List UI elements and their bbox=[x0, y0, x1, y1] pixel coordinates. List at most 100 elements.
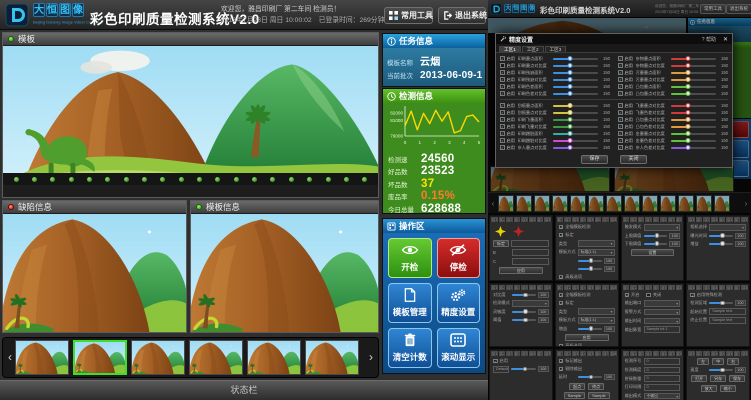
card-button[interactable]: 左 bbox=[697, 358, 709, 365]
card-button[interactable]: 另存 bbox=[710, 375, 726, 382]
card-tab[interactable]: 区4 bbox=[580, 285, 587, 290]
card-tab[interactable]: 区8 bbox=[676, 285, 683, 290]
card-tab[interactable]: 区3 bbox=[506, 217, 513, 222]
card-button[interactable]: Sample bbox=[564, 392, 586, 399]
filmstrip-right-arrow[interactable]: › bbox=[366, 337, 376, 378]
card-tab[interactable]: 区2 bbox=[696, 217, 703, 222]
dialog-tab[interactable]: 工区2 bbox=[522, 46, 544, 52]
slider[interactable] bbox=[671, 79, 717, 81]
card-tab[interactable]: 区3 bbox=[638, 217, 645, 222]
slider[interactable] bbox=[511, 368, 536, 370]
card-tab[interactable]: 区3 bbox=[703, 351, 710, 356]
card-tab[interactable]: 区5 bbox=[719, 217, 726, 222]
exit-system-button[interactable]: 退出系统 bbox=[438, 7, 486, 24]
slider[interactable] bbox=[578, 376, 602, 378]
dialog-tab[interactable]: 工区3 bbox=[545, 46, 567, 52]
enable-checkbox[interactable]: ✓ bbox=[618, 124, 623, 129]
enable-checkbox[interactable]: ✓ bbox=[500, 138, 505, 143]
dropdown[interactable]: ▾ bbox=[578, 308, 615, 315]
card-tab[interactable]: 区8 bbox=[676, 351, 683, 356]
card-tab[interactable]: 区2 bbox=[564, 285, 571, 290]
card-tab[interactable]: 区1 bbox=[557, 351, 564, 356]
card-button[interactable]: 保存 bbox=[729, 375, 745, 382]
slider[interactable] bbox=[553, 147, 599, 149]
filmstrip-left-arrow[interactable]: ‹ bbox=[490, 199, 496, 208]
dropdown[interactable]: ▾ bbox=[578, 240, 615, 247]
filmstrip-thumbnail[interactable] bbox=[624, 195, 640, 212]
enable-checkbox[interactable]: ✓ bbox=[500, 70, 505, 75]
slider[interactable] bbox=[644, 243, 668, 245]
card-button[interactable]: 放大 bbox=[701, 385, 717, 392]
card-tab[interactable]: 区7 bbox=[537, 285, 544, 290]
card-tab[interactable]: 区1 bbox=[491, 217, 498, 222]
op-button-停检[interactable]: 停检 bbox=[437, 238, 481, 278]
filmstrip-thumbnail[interactable] bbox=[606, 195, 622, 212]
card-tab[interactable]: 区4 bbox=[645, 351, 652, 356]
op-button-开检[interactable]: 开检 bbox=[388, 238, 432, 278]
card-tab[interactable]: 区5 bbox=[521, 217, 528, 222]
card-tab[interactable]: 区4 bbox=[580, 351, 587, 356]
filmstrip-thumbnail[interactable] bbox=[131, 340, 185, 375]
card-tab[interactable]: 区4 bbox=[514, 351, 521, 356]
card-tab[interactable]: 区4 bbox=[514, 217, 521, 222]
card-tab[interactable]: 区4 bbox=[645, 285, 652, 290]
card-tab[interactable]: 区8 bbox=[741, 351, 748, 356]
slider[interactable] bbox=[512, 319, 536, 321]
checkbox[interactable] bbox=[646, 293, 651, 298]
card-tab[interactable]: 区5 bbox=[521, 285, 528, 290]
slider[interactable] bbox=[553, 126, 599, 128]
filmstrip-thumbnail[interactable] bbox=[570, 195, 586, 212]
text-input[interactable]: 0 bbox=[644, 367, 681, 374]
card-tab[interactable]: 区4 bbox=[580, 217, 587, 222]
slider[interactable] bbox=[671, 119, 717, 121]
checkbox[interactable]: ✓ bbox=[493, 359, 498, 364]
help-button[interactable]: ? 帮助 bbox=[702, 36, 716, 43]
checkbox[interactable]: ✓ bbox=[559, 301, 564, 306]
card-button[interactable]: 应用 bbox=[565, 334, 609, 341]
card-tab[interactable]: 区3 bbox=[572, 351, 579, 356]
checkbox[interactable]: ✓ bbox=[559, 233, 564, 238]
slider[interactable] bbox=[578, 260, 602, 262]
filmstrip-thumbnail[interactable] bbox=[642, 195, 658, 212]
card-tab[interactable]: 区3 bbox=[638, 285, 645, 290]
card-tab[interactable]: 区2 bbox=[630, 217, 637, 222]
card-tab[interactable]: 区7 bbox=[537, 351, 544, 356]
filmstrip-thumbnail[interactable] bbox=[552, 195, 568, 212]
card-button[interactable]: 终点 bbox=[588, 383, 604, 390]
slider[interactable] bbox=[644, 235, 668, 237]
dialog-tab[interactable]: 工区1 bbox=[499, 46, 521, 52]
card-tab[interactable]: 区1 bbox=[557, 285, 564, 290]
enable-checkbox[interactable]: ✓ bbox=[618, 63, 623, 68]
card-tab[interactable]: 区7 bbox=[602, 217, 609, 222]
card-tab[interactable]: 区1 bbox=[623, 351, 630, 356]
slider[interactable] bbox=[553, 133, 599, 135]
dropdown[interactable]: ▾ bbox=[709, 224, 746, 231]
card-tab[interactable]: 区3 bbox=[572, 285, 579, 290]
card-tab[interactable]: 区6 bbox=[726, 285, 733, 290]
card-tab[interactable]: 区6 bbox=[529, 351, 536, 356]
enable-checkbox[interactable]: ✓ bbox=[500, 117, 505, 122]
card-tab[interactable]: 区5 bbox=[587, 351, 594, 356]
filmstrip-thumbnail[interactable] bbox=[15, 340, 69, 375]
card-tab[interactable]: 区2 bbox=[499, 217, 506, 222]
slider[interactable] bbox=[553, 105, 599, 107]
card-tab[interactable]: 区6 bbox=[529, 285, 536, 290]
checkbox[interactable]: ✓ bbox=[559, 225, 564, 230]
card-tab[interactable]: 区4 bbox=[711, 217, 718, 222]
filmstrip-thumbnail[interactable] bbox=[305, 340, 359, 375]
card-tab[interactable]: 区7 bbox=[668, 285, 675, 290]
card-tab[interactable]: 区1 bbox=[688, 285, 695, 290]
dropdown[interactable]: 不输出▾ bbox=[644, 393, 681, 400]
enable-checkbox[interactable]: ✓ bbox=[618, 103, 623, 108]
card-tab[interactable]: 区6 bbox=[595, 217, 602, 222]
slider[interactable] bbox=[671, 65, 717, 67]
enable-checkbox[interactable]: ✓ bbox=[500, 91, 505, 96]
card-tab[interactable]: 区5 bbox=[719, 285, 726, 290]
text-input[interactable]: Sample text bbox=[709, 317, 746, 324]
filmstrip-thumbnail[interactable] bbox=[189, 340, 243, 375]
checkbox[interactable]: ✓ bbox=[559, 367, 564, 372]
template-info-image[interactable] bbox=[191, 214, 378, 332]
slider[interactable] bbox=[512, 294, 536, 296]
card-tab[interactable]: 区2 bbox=[696, 285, 703, 290]
card-tab[interactable]: 区8 bbox=[741, 217, 748, 222]
